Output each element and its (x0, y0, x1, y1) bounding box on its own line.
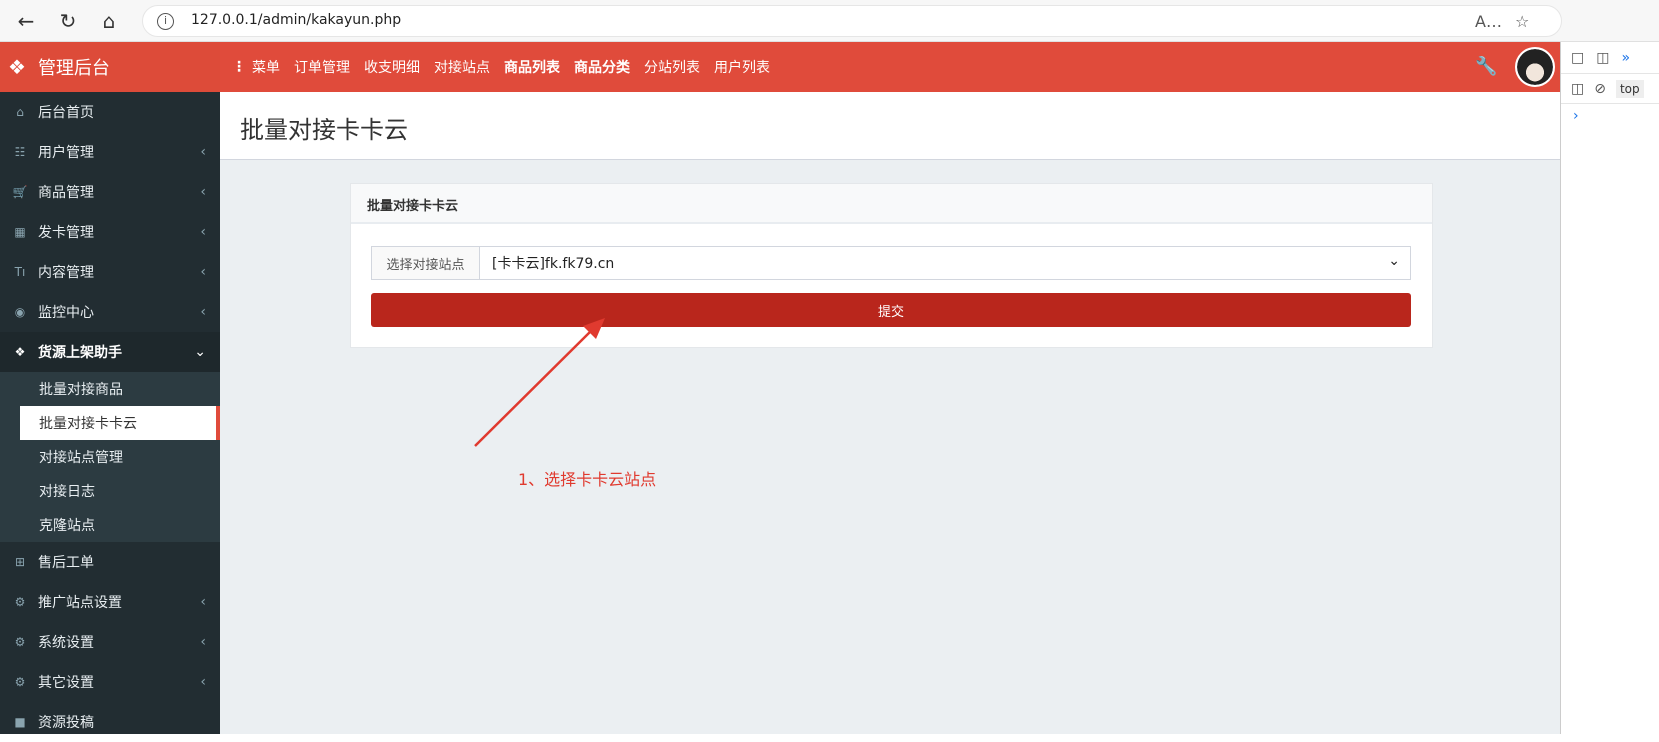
annotation-text: 1、选择卡卡云站点 (518, 470, 657, 489)
context-selector[interactable]: top (1615, 79, 1644, 98)
info-icon[interactable]: i (157, 13, 174, 30)
refresh-icon[interactable]: ↻ (56, 9, 80, 33)
browser-toolbar: ← ↻ ⌂ i 127.0.0.1/admin/kakayun.php A… ☆ (0, 0, 1659, 42)
devtools-panel: □ ◫ » ◫ ⊘ top › (1560, 42, 1659, 734)
inspect-icon[interactable]: □ (1571, 50, 1584, 66)
address-bar[interactable]: i 127.0.0.1/admin/kakayun.php A… ☆ (142, 5, 1562, 37)
annotation-arrow (474, 318, 605, 447)
devtools-toolbar: □ ◫ » (1561, 42, 1659, 74)
clear-console-icon[interactable]: ⊘ (1594, 81, 1606, 97)
device-icon[interactable]: ◫ (1596, 50, 1609, 66)
console-prompt[interactable]: › (1561, 104, 1659, 124)
url-text: 127.0.0.1/admin/kakayun.php (191, 12, 402, 28)
admin-app: ❖ 管理后台 ⋮ 菜单 订单管理 收支明细 对接站点 商品列表 商品分类 分站列… (0, 42, 1560, 734)
more-tabs-icon[interactable]: » (1621, 50, 1630, 66)
read-aloud-icon[interactable]: A… (1475, 12, 1502, 31)
home-icon[interactable]: ⌂ (97, 9, 121, 33)
console-toolbar: ◫ ⊘ top (1561, 74, 1659, 104)
sidebar-toggle-icon[interactable]: ◫ (1571, 81, 1584, 97)
back-arrow-icon[interactable]: ← (14, 9, 38, 33)
favorite-star-icon[interactable]: ☆ (1515, 12, 1529, 31)
